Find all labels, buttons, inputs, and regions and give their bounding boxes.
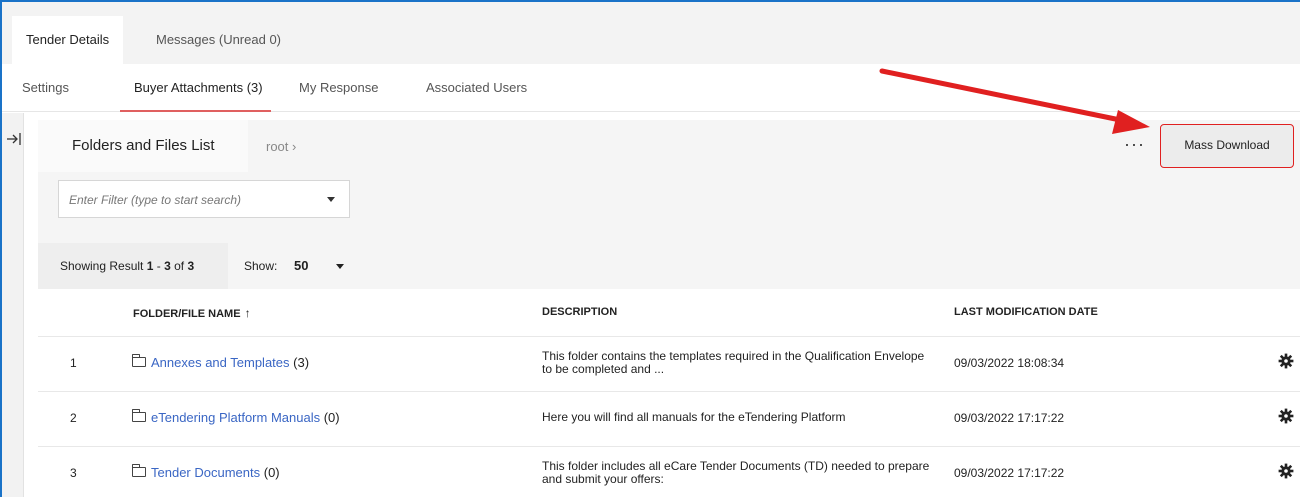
- sort-ascending-icon[interactable]: ↑: [245, 306, 251, 320]
- table-row: 2 eTendering Platform Manuals (0) Here y…: [38, 392, 1300, 447]
- tab-associated-users[interactable]: Associated Users: [426, 64, 527, 112]
- gear-icon[interactable]: [1278, 353, 1294, 369]
- page-size-label: Show:: [244, 259, 278, 273]
- row-number: 2: [70, 411, 77, 425]
- filter-area: Enter Filter (type to start search): [38, 172, 1300, 230]
- row-name: eTendering Platform Manuals (0): [132, 409, 340, 425]
- table-row: 1 Annexes and Templates (3) This folder …: [38, 337, 1300, 392]
- filter-input[interactable]: Enter Filter (type to start search): [58, 180, 350, 218]
- file-count: (0): [260, 465, 280, 480]
- tab-messages[interactable]: Messages (Unread 0): [142, 16, 295, 64]
- row-number: 3: [70, 466, 77, 480]
- folder-title-box: Folders and Files List: [38, 120, 248, 172]
- more-options-icon[interactable]: ···: [1124, 134, 1145, 155]
- gear-icon[interactable]: [1278, 408, 1294, 424]
- row-name: Tender Documents (0): [132, 464, 280, 480]
- gear-icon[interactable]: [1278, 463, 1294, 479]
- row-date: 09/03/2022 17:17:22: [954, 411, 1065, 425]
- row-description: This folder includes all eCare Tender Do…: [542, 459, 930, 486]
- files-table: FOLDER/FILE NAME ↑ DESCRIPTION LAST MODIF…: [38, 289, 1300, 497]
- row-date: 09/03/2022 18:08:34: [954, 356, 1065, 370]
- folder-link[interactable]: Tender Documents: [151, 465, 260, 480]
- left-rail: [2, 113, 24, 497]
- file-count: (3): [289, 355, 310, 370]
- filter-placeholder: Enter Filter (type to start search): [69, 193, 242, 207]
- row-number: 1: [70, 356, 77, 370]
- tab-my-response[interactable]: My Response: [299, 64, 378, 112]
- column-header-name[interactable]: FOLDER/FILE NAME ↑: [133, 306, 251, 320]
- spacer: [38, 230, 1300, 243]
- chevron-down-icon[interactable]: [327, 197, 335, 202]
- table-header: FOLDER/FILE NAME ↑ DESCRIPTION LAST MODIF…: [38, 289, 1300, 337]
- row-description: Here you will find all manuals for the e…: [542, 410, 846, 424]
- column-header-date: LAST MODIFICATION DATE: [954, 306, 1098, 318]
- row-date: 09/03/2022 17:17:22: [954, 466, 1065, 480]
- results-summary: Showing Result 1 - 3 of 3: [60, 259, 195, 273]
- mass-download-button[interactable]: Mass Download: [1160, 124, 1294, 168]
- breadcrumb-root[interactable]: root ›: [266, 139, 296, 154]
- top-tab-bar: Tender Details Messages (Unread 0): [2, 2, 1300, 64]
- tab-buyer-attachments[interactable]: Buyer Attachments (3): [120, 64, 271, 112]
- folder-icon: [132, 409, 146, 422]
- folder-icon: [132, 354, 146, 367]
- row-description: This folder contains the templates requi…: [542, 349, 925, 376]
- column-header-description: DESCRIPTION: [542, 306, 618, 318]
- tab-tender-details[interactable]: Tender Details: [12, 16, 124, 64]
- folder-header: Folders and Files List root › ··· Mass D…: [38, 120, 1300, 172]
- folder-link[interactable]: eTendering Platform Manuals: [151, 410, 320, 425]
- folder-icon: [132, 464, 146, 477]
- results-bar: Showing Result 1 - 3 of 3 Show: 50: [38, 243, 1300, 289]
- page-title: Folders and Files List: [72, 137, 215, 154]
- sub-tab-bar: Settings Buyer Attachments (3) My Respon…: [2, 64, 1300, 112]
- file-count: (0): [320, 410, 340, 425]
- tab-settings[interactable]: Settings: [22, 64, 69, 112]
- row-name: Annexes and Templates (3): [132, 354, 310, 370]
- table-row: 3 Tender Documents (0) This folder inclu…: [38, 447, 1300, 497]
- results-summary-box: Showing Result 1 - 3 of 3: [38, 243, 228, 289]
- page-size-select[interactable]: 50: [294, 258, 308, 273]
- folder-link[interactable]: Annexes and Templates: [151, 355, 290, 370]
- collapse-right-icon[interactable]: [6, 131, 22, 147]
- chevron-down-icon[interactable]: [336, 264, 344, 269]
